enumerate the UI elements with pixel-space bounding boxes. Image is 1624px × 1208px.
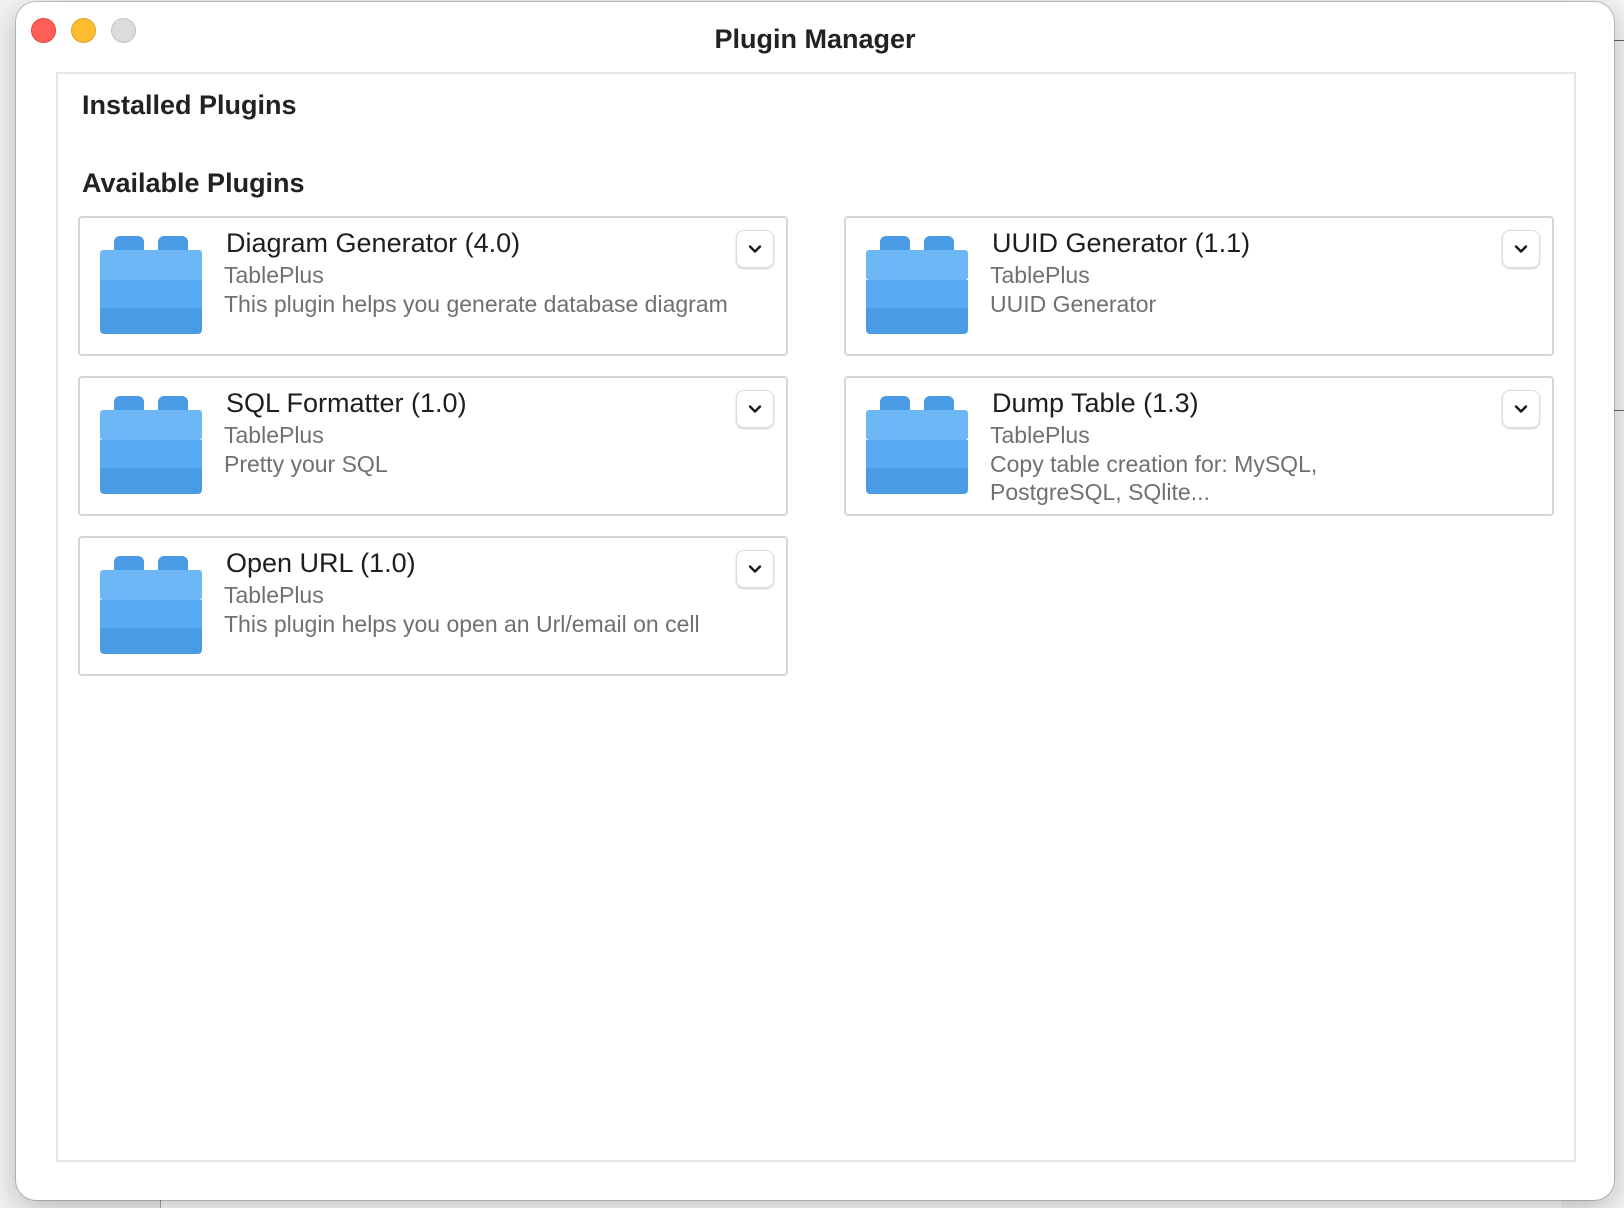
plugin-author: TablePlus <box>224 422 324 448</box>
background-sidebar <box>0 0 16 1208</box>
plugin-name: Open URL (1.0) <box>226 548 416 578</box>
plugin-block-icon <box>866 236 968 334</box>
plugin-author: TablePlus <box>224 262 324 288</box>
plugin-author: TablePlus <box>224 582 324 608</box>
plugin-author: TablePlus <box>990 262 1090 288</box>
plugin-author: TablePlus <box>990 422 1090 448</box>
plugin-expand-button[interactable] <box>736 390 774 428</box>
installed-plugins-heading: Installed Plugins <box>82 90 297 120</box>
plugin-description: UUID Generator <box>990 291 1157 317</box>
plugin-name: UUID Generator (1.1) <box>992 228 1251 258</box>
plugin-card[interactable]: Diagram Generator (4.0) TablePlus This p… <box>78 216 788 356</box>
plugin-card[interactable]: Dump Table (1.3) TablePlus Copy table cr… <box>844 376 1554 516</box>
plugin-name: Dump Table (1.3) <box>992 388 1199 418</box>
plugin-expand-button[interactable] <box>1502 230 1540 268</box>
plugin-card[interactable]: SQL Formatter (1.0) TablePlus Pretty you… <box>78 376 788 516</box>
plugin-description: Pretty your SQL <box>224 451 388 477</box>
chevron-down-icon <box>748 405 762 413</box>
plugin-expand-button[interactable] <box>736 230 774 268</box>
plugin-description: This plugin helps you generate database … <box>224 291 728 317</box>
chevron-down-icon <box>748 565 762 573</box>
chevron-down-icon <box>748 245 762 253</box>
chevron-down-icon <box>1514 405 1528 413</box>
plugin-block-icon <box>100 396 202 494</box>
plugin-card[interactable]: Open URL (1.0) TablePlus This plugin hel… <box>78 536 788 676</box>
plugin-block-icon <box>100 556 202 654</box>
plugin-card[interactable]: UUID Generator (1.1) TablePlus UUID Gene… <box>844 216 1554 356</box>
chevron-down-icon <box>1514 245 1528 253</box>
window-title: Plugin Manager <box>714 24 916 54</box>
plugin-description: This plugin helps you open an Url/email … <box>224 611 700 637</box>
plugin-description: Copy table creation for: MySQL, PostgreS… <box>990 451 1318 505</box>
plugin-block-icon <box>866 396 968 494</box>
plugin-expand-button[interactable] <box>736 550 774 588</box>
plugin-list-panel: Installed Plugins Available Plugins Diag… <box>56 72 1576 1162</box>
plugin-name: SQL Formatter (1.0) <box>226 388 467 418</box>
plugin-block-icon <box>100 236 202 334</box>
plugin-manager-window: Plugin Manager Installed Plugins Availab… <box>16 2 1614 1200</box>
plugin-name: Diagram Generator (4.0) <box>226 228 521 258</box>
available-plugins-heading: Available Plugins <box>82 168 305 198</box>
plugin-expand-button[interactable] <box>1502 390 1540 428</box>
